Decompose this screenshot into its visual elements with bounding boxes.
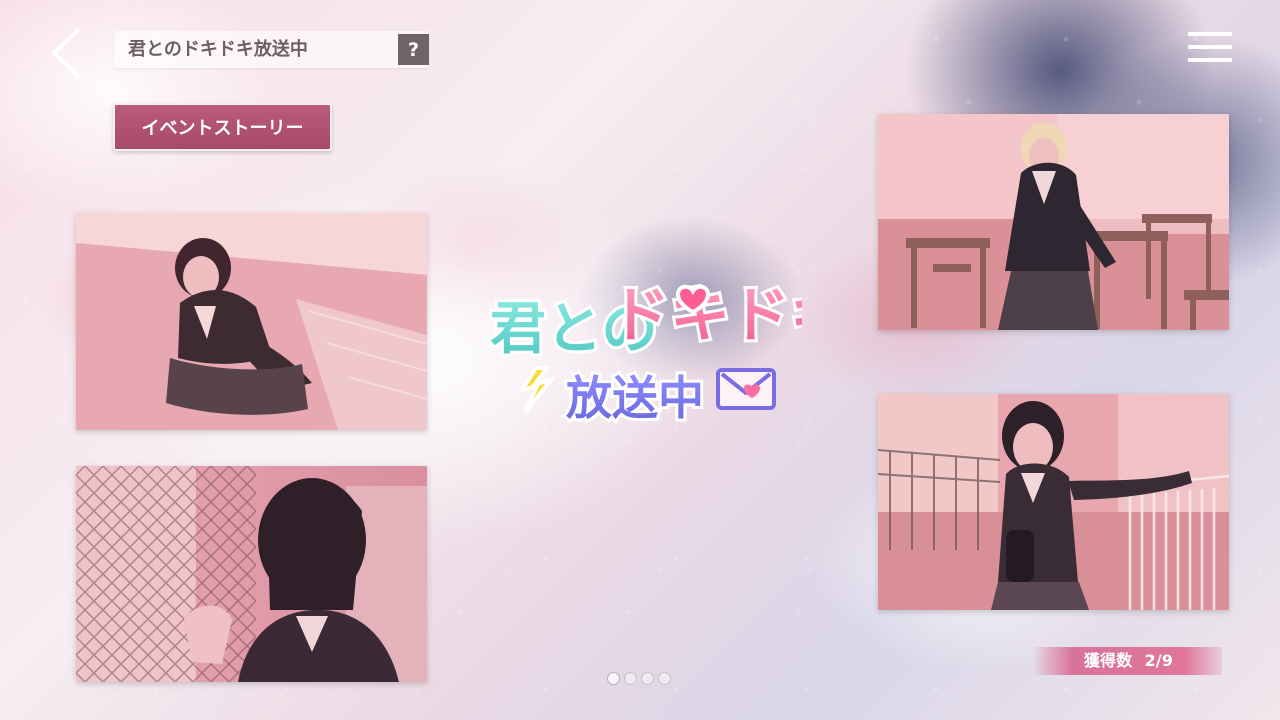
back-button[interactable] xyxy=(42,26,88,80)
story-card-3[interactable] xyxy=(878,114,1229,330)
story-card-2[interactable] xyxy=(76,466,427,682)
story-card-image-3 xyxy=(878,114,1229,330)
event-logo: 君との ドキドキ 放送中 xyxy=(487,278,802,426)
logo-lightning-icon xyxy=(517,366,557,414)
help-button[interactable]: ? xyxy=(398,34,429,65)
page-indicator xyxy=(607,672,671,685)
story-card-image-2 xyxy=(76,466,427,682)
story-card-image-1 xyxy=(76,213,427,430)
hamburger-menu-icon xyxy=(1188,32,1232,62)
event-story-button[interactable]: イベントストーリー xyxy=(113,103,332,151)
acquired-count-label: 獲得数 xyxy=(1083,651,1133,670)
story-card-4[interactable] xyxy=(878,394,1229,610)
page-indicator-dot xyxy=(641,672,654,685)
page-indicator-dot xyxy=(624,672,637,685)
story-card-1[interactable] xyxy=(76,213,427,430)
story-card-image-4 xyxy=(878,394,1229,610)
back-arrow-icon xyxy=(51,27,81,79)
logo-envelope-icon xyxy=(716,368,776,410)
logo-line-2: 放送中 xyxy=(566,371,704,425)
title-bar: 君とのドキドキ放送中 ? xyxy=(114,31,429,68)
page-indicator-dot xyxy=(658,672,671,685)
page-title: 君とのドキドキ放送中 xyxy=(128,39,308,60)
page-indicator-dot xyxy=(607,672,620,685)
menu-button[interactable] xyxy=(1185,28,1235,68)
acquired-count-value: 2/9 xyxy=(1144,651,1174,670)
acquired-count-badge: 獲得数 2/9 xyxy=(1035,647,1222,675)
